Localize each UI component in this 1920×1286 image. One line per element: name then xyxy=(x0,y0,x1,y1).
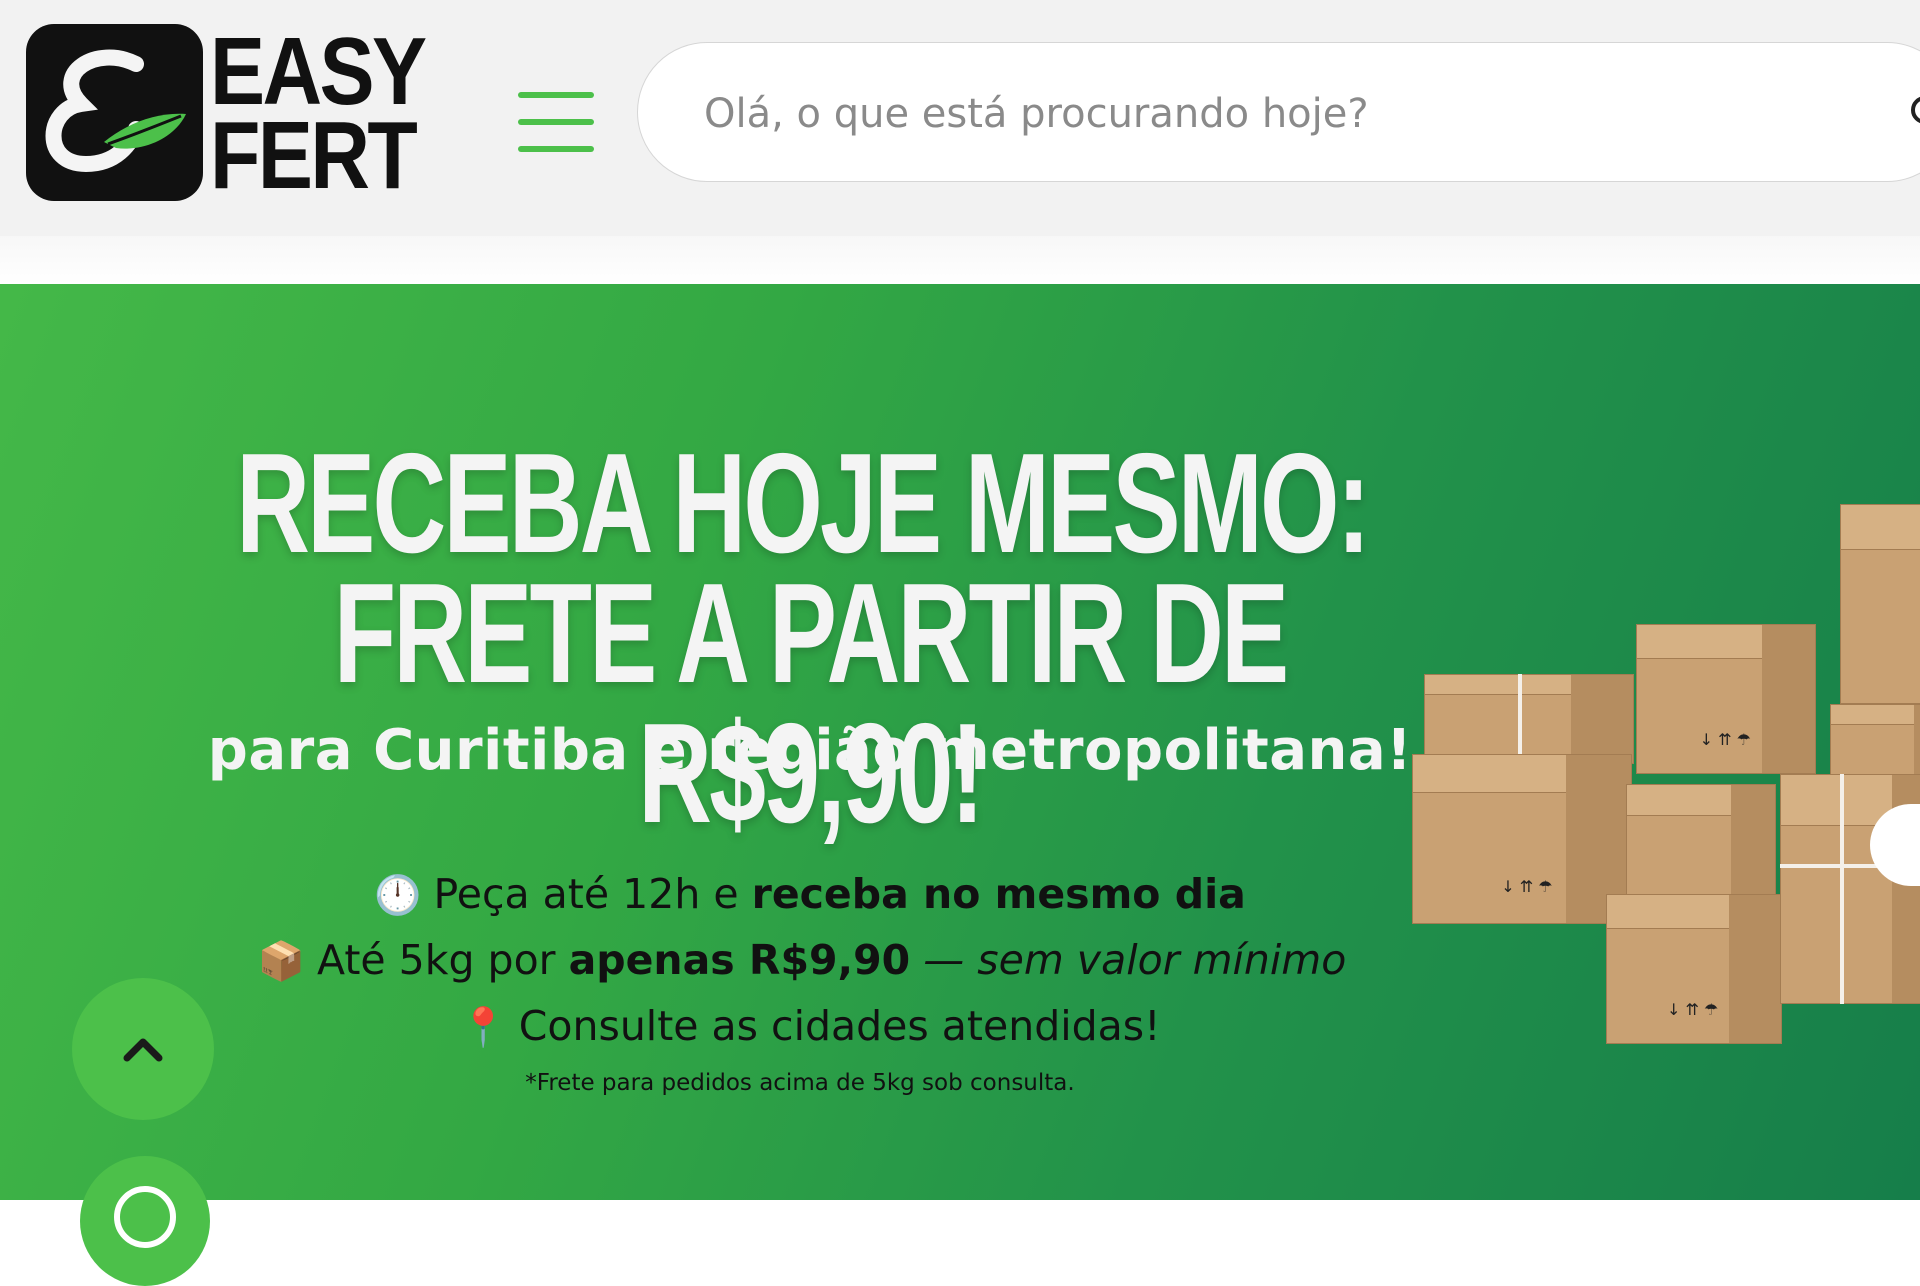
whatsapp-icon xyxy=(114,1186,176,1248)
chevron-up-icon xyxy=(123,1038,163,1062)
cardboard-boxes-illustration: ↓ ⇈ ☂ ↓ ⇈ ☂ ↓ ⇈ ☂ xyxy=(1400,504,1920,1200)
package-icon: 📦 xyxy=(257,939,306,983)
clock-icon: 🕛 xyxy=(374,873,422,917)
banner-line-price: 📦 Até 5kg por apenas R$9,90 — sem valor m… xyxy=(257,936,1347,984)
header-divider xyxy=(0,236,1920,284)
scroll-to-top-button[interactable] xyxy=(72,978,214,1120)
whatsapp-button[interactable] xyxy=(80,1156,210,1286)
banner-line-same-day: 🕛 Peça até 12h e receba no mesmo dia xyxy=(374,870,1246,918)
search-bar xyxy=(637,42,1920,182)
search-icon[interactable] xyxy=(1908,93,1920,133)
banner-title-line1: RECEBA HOJE MESMO: xyxy=(236,424,1370,583)
site-header: EASY FERT xyxy=(0,0,1920,236)
map-pin-icon: 📍 xyxy=(459,1005,507,1049)
logo-mark-icon xyxy=(26,24,203,201)
hamburger-menu-icon[interactable] xyxy=(518,92,596,152)
banner-footnote: *Frete para pedidos acima de 5kg sob con… xyxy=(525,1070,1075,1096)
banner-title-line2: FRETE A PARTIR DE R$9,90! xyxy=(333,554,1290,853)
logo[interactable]: EASY FERT xyxy=(26,24,432,204)
search-input[interactable] xyxy=(702,69,1906,159)
logo-text-fert: FERT xyxy=(210,102,418,209)
promo-banner[interactable]: RECEBA HOJE MESMO: FRETE A PARTIR DE R$9… xyxy=(0,284,1920,1200)
banner-line-cities: 📍 Consulte as cidades atendidas! xyxy=(459,1002,1161,1050)
banner-subtitle: para Curitiba e região metropolitana! xyxy=(207,718,1413,783)
